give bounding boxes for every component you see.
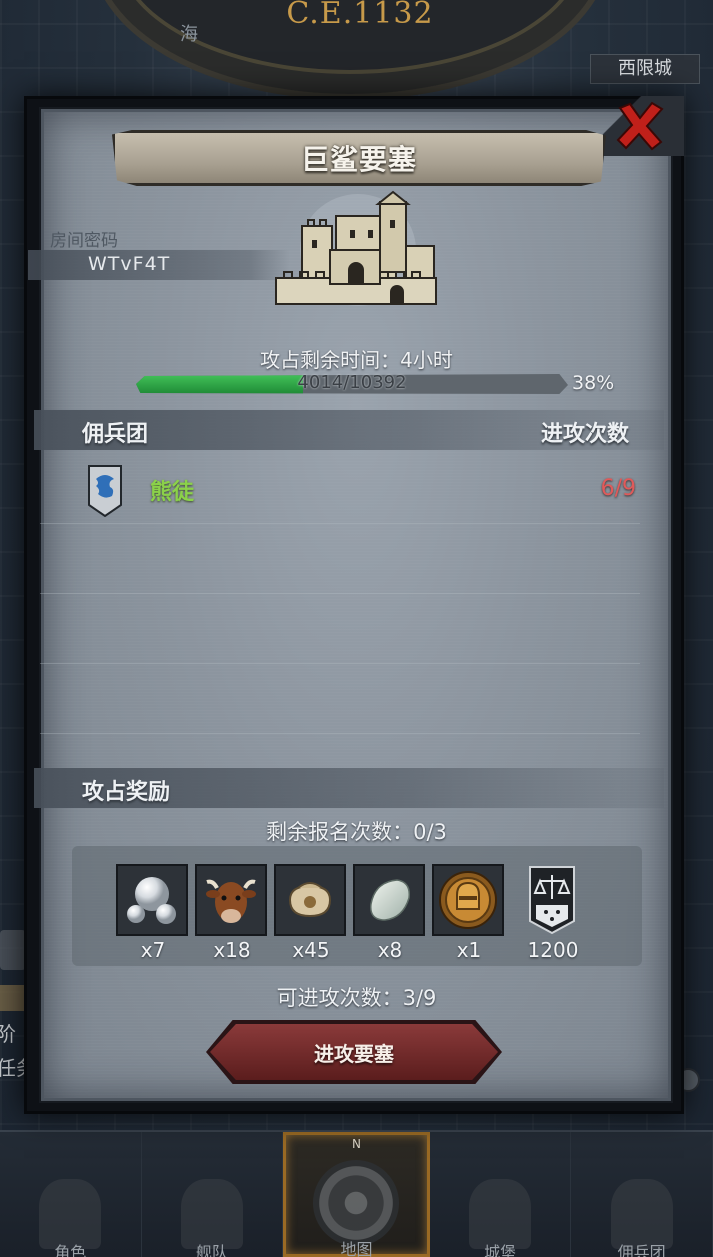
- capture-progress-value: 4014/10392: [297, 372, 407, 393]
- reward-quantity: x7: [140, 938, 166, 962]
- bottom-nav: 角色 舰队 N 地图 城堡 佣兵团: [0, 1130, 713, 1257]
- empty-mercenary-row: [40, 524, 640, 594]
- attack-button-label: 进攻要塞: [314, 1041, 394, 1066]
- sea-label: 海: [180, 24, 198, 45]
- knight-medal-icon: [439, 871, 497, 929]
- grain-sack-icon: [288, 882, 332, 918]
- reward-quantity: x18: [213, 938, 251, 962]
- reward-frame: [516, 864, 588, 936]
- reward-item[interactable]: x1: [432, 864, 506, 964]
- justice-banner-icon: [529, 866, 575, 935]
- reward-frame: [116, 864, 188, 936]
- city-label[interactable]: 西限城: [590, 54, 700, 84]
- reward-frame: [195, 864, 267, 936]
- title-banner: 巨鲨要塞: [112, 130, 606, 186]
- reward-frame: [432, 864, 504, 936]
- nav-item-fleet[interactable]: 舰队: [142, 1132, 284, 1257]
- room-code-label: 房间密码: [50, 231, 118, 251]
- empty-mercenary-row: [40, 664, 640, 734]
- nav-label: 地图: [340, 1240, 373, 1257]
- compass-north-marker: N: [351, 1137, 361, 1151]
- capture-time-remaining: 攻占剩余时间：4小时: [260, 348, 453, 372]
- cattle-icon: [206, 879, 256, 923]
- nav-label: 舰队: [195, 1243, 228, 1257]
- room-code-value[interactable]: WTvF4T: [88, 253, 170, 275]
- mercenary-attack-count: 6/9: [600, 476, 636, 501]
- reward-quantity: x8: [377, 938, 403, 962]
- nav-item-map[interactable]: N 地图: [283, 1132, 430, 1257]
- nav-item-castle[interactable]: 城堡: [430, 1132, 572, 1257]
- compass-icon: [313, 1160, 400, 1246]
- gem-stone-icon: [370, 879, 410, 921]
- nav-label: 角色: [54, 1243, 87, 1257]
- close-button[interactable]: [596, 96, 684, 156]
- side-label-1: 阶: [0, 1022, 16, 1046]
- reward-quantity: x45: [292, 938, 330, 962]
- reward-item[interactable]: x7: [116, 864, 190, 964]
- reward-frame: [353, 864, 425, 936]
- attack-remaining: 可进攻次数：3/9: [276, 986, 437, 1010]
- mercenary-row[interactable]: 熊徒 6/9: [40, 458, 640, 524]
- mercenary-name: 熊徒: [150, 480, 195, 505]
- reward-frame: [274, 864, 346, 936]
- nav-item-character[interactable]: 角色: [0, 1132, 142, 1257]
- attack-count-column-title: 进攻次数: [541, 422, 630, 447]
- reward-item[interactable]: x45: [274, 864, 348, 964]
- reward-quantity: 1200: [527, 938, 579, 962]
- attack-fortress-button[interactable]: 进攻要塞: [210, 1024, 498, 1080]
- reward-section-title: 攻占奖励: [82, 780, 171, 805]
- reward-item[interactable]: x8: [353, 864, 427, 964]
- fortress-castle-icon: [275, 190, 437, 306]
- reward-item[interactable]: x18: [195, 864, 269, 964]
- close-icon: [616, 101, 664, 151]
- nav-label: 佣兵团: [617, 1243, 666, 1257]
- nav-label: 城堡: [484, 1243, 517, 1257]
- era-label: C.E.1132: [286, 0, 434, 31]
- signup-remaining: 剩余报名次数：0/3: [266, 820, 447, 844]
- dialog-title: 巨鲨要塞: [300, 143, 417, 176]
- nav-item-mercenary[interactable]: 佣兵团: [571, 1132, 713, 1257]
- pearl-icon: [127, 877, 176, 924]
- reward-item[interactable]: 1200: [516, 864, 590, 964]
- mercenary-emblem-icon: [88, 465, 122, 517]
- reward-quantity: x1: [456, 938, 482, 962]
- mercenary-column-title: 佣兵团: [82, 422, 149, 447]
- capture-progress-percent: 38%: [572, 372, 615, 394]
- side-tool-icon[interactable]: [0, 930, 26, 970]
- empty-mercenary-row: [40, 594, 640, 664]
